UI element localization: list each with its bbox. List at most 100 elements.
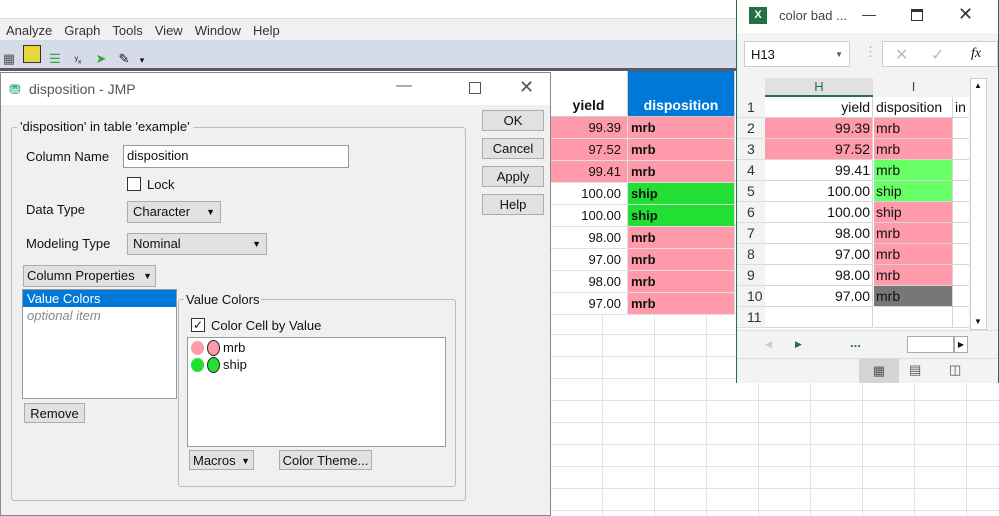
cell-h[interactable]: 99.41: [765, 160, 873, 181]
minimize-button[interactable]: —: [862, 6, 876, 22]
disposition-cell[interactable]: mrb: [628, 161, 735, 183]
cell-j[interactable]: [953, 202, 969, 223]
ok-button[interactable]: OK: [482, 110, 544, 131]
color-theme-button[interactable]: Color Theme...: [279, 450, 372, 470]
cell-j[interactable]: [953, 244, 969, 265]
minimize-button[interactable]: —: [396, 77, 412, 95]
cell-i[interactable]: mrb: [874, 118, 953, 139]
disposition-cell[interactable]: mrb: [628, 249, 735, 271]
cell-i[interactable]: mrb: [874, 223, 953, 244]
cell-j[interactable]: [953, 118, 969, 139]
color-cell-checkbox[interactable]: ✓: [191, 318, 205, 332]
toolbar-overflow-icon[interactable]: ▾: [138, 51, 146, 69]
column-header-disposition[interactable]: disposition: [628, 71, 735, 117]
menu-window[interactable]: Window: [189, 19, 247, 38]
vertical-scrollbar[interactable]: ▲ ▼: [970, 78, 987, 330]
yield-cell[interactable]: 98.00: [550, 227, 628, 249]
next-sheet-icon[interactable]: ▶: [795, 339, 802, 350]
cell-h[interactable]: 97.00: [765, 286, 873, 307]
cell-h[interactable]: 100.00: [765, 202, 873, 223]
cell-h[interactable]: 97.52: [765, 139, 873, 160]
close-button[interactable]: ✕: [519, 77, 534, 98]
color-swatch-selected[interactable]: [207, 357, 220, 373]
row-number[interactable]: 5: [737, 181, 765, 202]
scroll-right-icon[interactable]: ▶: [954, 336, 968, 353]
maximize-button[interactable]: [911, 9, 923, 21]
fit-model-icon[interactable]: ➤: [92, 50, 110, 68]
modeling-type-select[interactable]: Nominal ▼: [127, 233, 267, 255]
more-sheets[interactable]: ...: [850, 335, 861, 350]
horizontal-scrollbar[interactable]: [907, 336, 954, 353]
menu-view[interactable]: View: [149, 19, 189, 38]
scroll-up-icon[interactable]: ▲: [974, 81, 982, 90]
cell-h[interactable]: 98.00: [765, 223, 873, 244]
row-number[interactable]: 8: [737, 244, 765, 265]
value-color-item[interactable]: mrb: [188, 338, 445, 356]
cell-i[interactable]: [874, 307, 953, 328]
calculator-icon[interactable]: ▦: [0, 50, 18, 68]
data-table-icon[interactable]: [23, 45, 41, 63]
help-button[interactable]: Help: [482, 194, 544, 215]
cell-i[interactable]: mrb: [874, 265, 953, 286]
cell-j[interactable]: [953, 223, 969, 244]
yield-cell[interactable]: 100.00: [550, 205, 628, 227]
row-number[interactable]: 11: [737, 307, 765, 328]
yield-cell[interactable]: 99.39: [550, 117, 628, 139]
normal-view-icon[interactable]: ▦: [859, 359, 899, 383]
cell-h[interactable]: 99.39: [765, 118, 873, 139]
macros-button[interactable]: Macros ▼: [189, 450, 254, 470]
cell-i[interactable]: mrb: [874, 286, 953, 307]
column-name-input[interactable]: disposition: [123, 145, 349, 168]
color-swatch-selected[interactable]: [207, 340, 220, 356]
cell-j[interactable]: [953, 139, 969, 160]
menu-help[interactable]: Help: [247, 19, 286, 38]
yield-cell[interactable]: 97.52: [550, 139, 628, 161]
yield-cell[interactable]: 100.00: [550, 183, 628, 205]
apply-button[interactable]: Apply: [482, 166, 544, 187]
cell-h[interactable]: 100.00: [765, 181, 873, 202]
row-number[interactable]: 7: [737, 223, 765, 244]
row-number[interactable]: 4: [737, 160, 765, 181]
disposition-cell[interactable]: ship: [628, 183, 735, 205]
row-number[interactable]: 10: [737, 286, 765, 307]
disposition-cell[interactable]: mrb: [628, 271, 735, 293]
value-color-item[interactable]: ship: [188, 356, 445, 374]
menu-tools[interactable]: Tools: [106, 19, 148, 38]
lock-checkbox[interactable]: [127, 177, 141, 191]
cancel-button[interactable]: Cancel: [482, 138, 544, 159]
cell-i[interactable]: mrb: [874, 244, 953, 265]
column-properties-button[interactable]: Column Properties ▼: [23, 265, 156, 287]
row-number[interactable]: 6: [737, 202, 765, 223]
enter-icon[interactable]: ✓: [931, 45, 944, 65]
name-box[interactable]: H13 ▼: [744, 41, 850, 67]
insert-function-icon[interactable]: fx: [971, 46, 981, 62]
property-value-colors[interactable]: Value Colors: [23, 290, 176, 307]
script-editor-icon[interactable]: ✎: [115, 50, 133, 68]
cell-h[interactable]: 97.00: [765, 244, 873, 265]
menu-analyze[interactable]: Analyze: [0, 19, 58, 38]
cell-j[interactable]: [953, 181, 969, 202]
row-number[interactable]: 9: [737, 265, 765, 286]
row-number[interactable]: 3: [737, 139, 765, 160]
cell-j[interactable]: [953, 265, 969, 286]
maximize-button[interactable]: [469, 82, 481, 94]
page-layout-icon[interactable]: ▤: [909, 362, 921, 378]
yield-cell[interactable]: 99.41: [550, 161, 628, 183]
close-button[interactable]: ✕: [958, 4, 973, 25]
cell-i[interactable]: ship: [874, 202, 953, 223]
cell-h[interactable]: [765, 307, 873, 328]
cell-h[interactable]: yield: [765, 97, 873, 118]
column-header-i[interactable]: I: [874, 78, 953, 97]
yield-cell[interactable]: 97.00: [550, 249, 628, 271]
disposition-cell[interactable]: mrb: [628, 117, 735, 139]
column-header-h[interactable]: H: [765, 78, 873, 97]
prev-sheet-icon[interactable]: ◀: [765, 339, 772, 350]
cell-j[interactable]: [953, 286, 969, 307]
cell-j[interactable]: [953, 307, 969, 328]
disposition-cell[interactable]: ship: [628, 205, 735, 227]
menu-graph[interactable]: Graph: [58, 19, 106, 38]
cancel-icon[interactable]: ✕: [895, 45, 908, 65]
disposition-cell[interactable]: mrb: [628, 139, 735, 161]
cell-i[interactable]: mrb: [874, 160, 953, 181]
row-number[interactable]: 2: [737, 118, 765, 139]
